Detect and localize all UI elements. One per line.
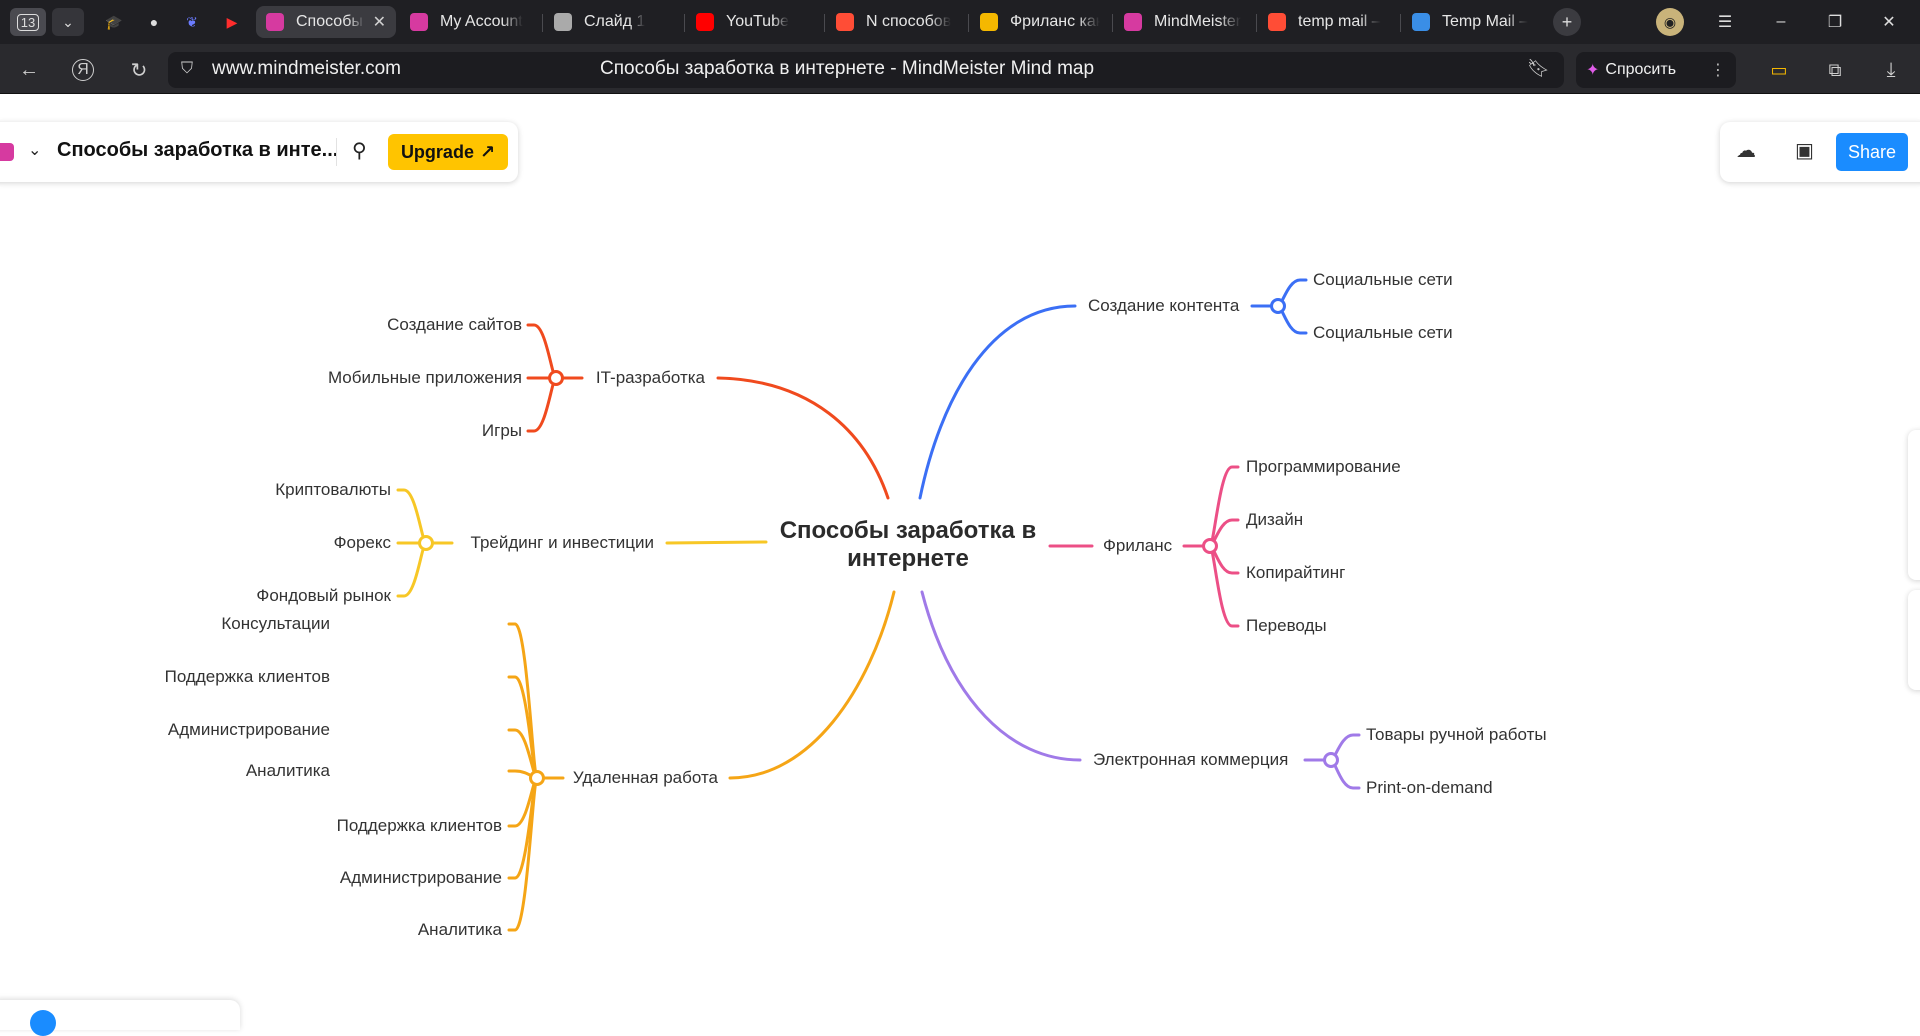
subtopic-trading[interactable]: Форекс bbox=[334, 533, 391, 553]
subtopic-remote[interactable]: Консультации bbox=[221, 614, 330, 634]
topic-it[interactable]: IT-разработка bbox=[596, 368, 705, 388]
subtopic-freelance[interactable]: Переводы bbox=[1246, 616, 1327, 636]
branch-line-ecommerce bbox=[920, 590, 1082, 762]
subtopic-freelance[interactable]: Копирайтинг bbox=[1246, 563, 1345, 583]
subtopic-content[interactable]: Социальные сети bbox=[1313, 323, 1453, 343]
branch-line-remote bbox=[728, 590, 896, 780]
subtopic-remote[interactable]: Аналитика bbox=[418, 920, 502, 940]
topic-remote[interactable]: Удаленная работа bbox=[573, 768, 718, 788]
topic-freelance[interactable]: Фриланс bbox=[1103, 536, 1172, 556]
collapse-toggle-freelance[interactable] bbox=[1202, 538, 1218, 554]
subtopic-trading[interactable]: Фондовый рынок bbox=[256, 586, 391, 606]
subtopic-it[interactable]: Мобильные приложения bbox=[328, 368, 522, 388]
child-line-remote bbox=[507, 776, 539, 880]
subtopic-trading[interactable]: Криптовалюты bbox=[275, 480, 391, 500]
subtopic-remote[interactable]: Поддержка клиентов bbox=[165, 667, 330, 687]
child-line-it bbox=[526, 376, 558, 433]
mind-map-canvas bbox=[396, 278, 1361, 932]
subtopic-remote[interactable]: Администрирование bbox=[168, 720, 330, 740]
subtopic-remote[interactable]: Поддержка клиентов bbox=[337, 816, 502, 836]
branch-line-content bbox=[918, 304, 1077, 500]
collapse-toggle-ecommerce[interactable] bbox=[1323, 752, 1339, 768]
child-line-it bbox=[526, 323, 558, 380]
root-topic-line: интернете bbox=[847, 545, 969, 572]
collapse-toggle-trading[interactable] bbox=[418, 535, 434, 551]
root-topic[interactable]: Способы заработка в интернете bbox=[760, 517, 1056, 573]
subtopic-remote[interactable]: Аналитика bbox=[246, 761, 330, 781]
child-line-remote bbox=[507, 776, 539, 932]
subtopic-it[interactable]: Игры bbox=[482, 421, 522, 441]
subtopic-remote[interactable]: Администрирование bbox=[340, 868, 502, 888]
child-line-trading bbox=[396, 488, 428, 545]
subtopic-content[interactable]: Социальные сети bbox=[1313, 270, 1453, 290]
subtopic-it[interactable]: Создание сайтов bbox=[387, 315, 522, 335]
topic-trading[interactable]: Трейдинг и инвестиции bbox=[471, 533, 654, 553]
child-line-freelance bbox=[1208, 544, 1240, 628]
topic-ecommerce[interactable]: Электронная коммерция bbox=[1093, 750, 1288, 770]
topic-content[interactable]: Создание контента bbox=[1088, 296, 1239, 316]
subtopic-ecommerce[interactable]: Товары ручной работы bbox=[1366, 725, 1547, 745]
branch-line-trading bbox=[665, 540, 768, 545]
subtopic-ecommerce[interactable]: Print-on-demand bbox=[1366, 778, 1493, 798]
collapse-toggle-content[interactable] bbox=[1270, 298, 1286, 314]
subtopic-freelance[interactable]: Программирование bbox=[1246, 457, 1401, 477]
subtopic-freelance[interactable]: Дизайн bbox=[1246, 510, 1303, 530]
collapse-toggle-it[interactable] bbox=[548, 370, 564, 386]
branch-line-it bbox=[716, 376, 890, 500]
collapse-toggle-remote[interactable] bbox=[529, 770, 545, 786]
child-line-trading bbox=[396, 541, 428, 598]
root-topic-line: Способы заработка в bbox=[779, 517, 1037, 544]
child-line-freelance bbox=[1208, 465, 1240, 548]
